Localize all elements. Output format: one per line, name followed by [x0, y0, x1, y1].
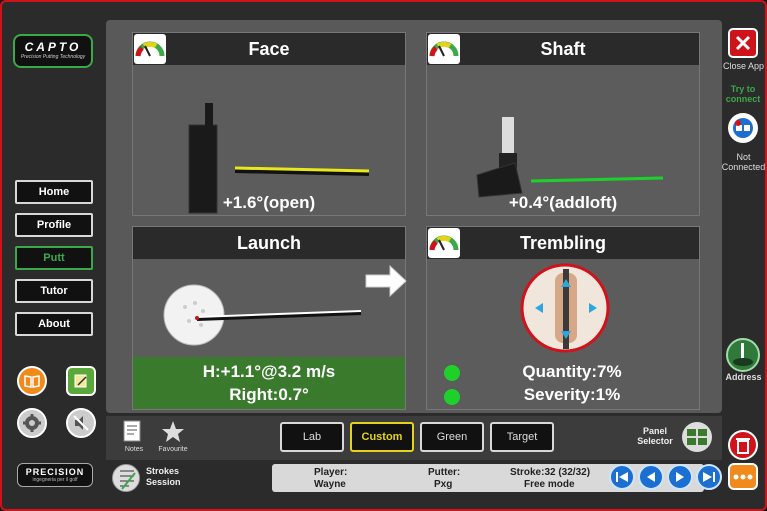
sound-muted-icon[interactable] — [66, 408, 96, 438]
launch-title: Launch — [236, 233, 301, 253]
left-sidebar: CAPTO Precision Putting Technology Home … — [4, 20, 104, 490]
mode-value: Free mode — [524, 479, 575, 490]
connection-status: Not Connected — [721, 152, 766, 172]
previous-stroke-button[interactable] — [638, 464, 664, 490]
address-icon[interactable] — [726, 338, 760, 372]
tab-custom[interactable]: Custom — [350, 422, 414, 452]
nav-tutor-button[interactable]: Tutor — [15, 279, 93, 303]
trash-icon — [736, 438, 750, 454]
tab-green[interactable]: Green — [420, 422, 484, 452]
book-icon[interactable] — [17, 366, 47, 396]
favourite-star-icon[interactable] — [160, 419, 186, 445]
strokes-session-icon[interactable] — [112, 464, 140, 492]
shaft-visual: +0.4°(addloft) — [427, 65, 699, 215]
face-visual: +1.6°(open) — [133, 65, 405, 215]
panel-selector-button[interactable] — [682, 422, 712, 452]
precision-tagline: ingegneria per il golf — [32, 477, 78, 483]
skip-first-icon — [616, 472, 628, 482]
close-app-label: Close App — [722, 61, 765, 71]
face-panel-header: Face — [133, 33, 405, 65]
notepad-icon[interactable] — [66, 366, 96, 396]
player-label: Player: — [314, 467, 348, 478]
face-title: Face — [248, 39, 290, 59]
panel-grid-icon — [687, 429, 707, 445]
right-sidebar: Close App Try to connect Not Connected A… — [718, 20, 765, 490]
more-dots-icon — [733, 474, 753, 479]
main-panel-area: Face +1.6°(open) Shaft +0.4°(addloft) La… — [106, 20, 722, 413]
face-value: +1.6°(open) — [222, 193, 316, 212]
strokes-session-label: Strokes Session — [146, 466, 181, 487]
trembling-panel-header: Trembling — [427, 227, 699, 259]
nav-about-button[interactable]: About — [15, 312, 93, 336]
precision-logo: PRECISION ingegneria per il golf — [17, 463, 93, 487]
bottom-toolbar: Notes Favourite Lab Custom Green Target … — [106, 416, 722, 460]
more-options-button[interactable] — [728, 463, 758, 490]
close-icon — [735, 35, 751, 51]
skip-last-icon — [703, 472, 715, 482]
launch-right-value: Right:0.7° — [229, 385, 309, 404]
nav-profile-button[interactable]: Profile — [15, 213, 93, 237]
launch-panel-header: Launch — [133, 227, 405, 259]
gauge-icon[interactable] — [134, 34, 166, 64]
arrow-right-icon — [365, 264, 407, 298]
putter-value: Pxg — [434, 479, 453, 490]
logo-brand: CAPTO — [24, 40, 82, 54]
app-frame: CAPTO Precision Putting Technology Home … — [0, 0, 767, 511]
player-value: Wayne — [314, 479, 346, 490]
face-panel: Face +1.6°(open) — [132, 32, 406, 216]
panel-selector-label: Panel Selector — [637, 426, 673, 446]
address-label: Address — [725, 372, 762, 382]
precision-name: PRECISION — [25, 467, 85, 477]
last-stroke-button[interactable] — [696, 464, 722, 490]
trembling-quantity: Quantity:7% — [522, 362, 622, 381]
tab-lab[interactable]: Lab — [280, 422, 344, 452]
launch-h-value: H:+1.1°@3.2 m/s — [202, 362, 336, 381]
nav-putt-button[interactable]: Putt — [15, 246, 93, 270]
shaft-title: Shaft — [540, 39, 586, 59]
notes-icon[interactable] — [120, 418, 146, 444]
trembling-title: Trembling — [519, 233, 606, 253]
tab-target[interactable]: Target — [490, 422, 554, 452]
nav-home-button[interactable]: Home — [15, 180, 93, 204]
gauge-icon[interactable] — [428, 34, 460, 64]
disconnected-plug-icon — [733, 118, 753, 138]
trembling-severity: Severity:1% — [523, 385, 621, 404]
first-stroke-button[interactable] — [609, 464, 635, 490]
shaft-panel-header: Shaft — [427, 33, 699, 65]
previous-icon — [647, 472, 655, 482]
favourite-label: Favourite — [158, 446, 188, 453]
notes-label: Notes — [124, 446, 144, 453]
logo-tagline: Precision Putting Technology — [20, 54, 86, 60]
try-connect-label[interactable]: Try to connect — [718, 84, 765, 104]
trembling-visual: Quantity:7% Severity:1% — [427, 259, 699, 409]
shaft-panel: Shaft +0.4°(addloft) — [426, 32, 700, 216]
next-stroke-button[interactable] — [667, 464, 693, 490]
connection-button[interactable] — [728, 113, 758, 143]
stroke-counter: Stroke:32 (32/32) — [510, 467, 591, 478]
shaft-value: +0.4°(addloft) — [508, 193, 618, 212]
putter-label: Putter: — [428, 467, 461, 478]
settings-gear-icon[interactable] — [17, 408, 47, 438]
next-icon — [676, 472, 684, 482]
trembling-panel: Trembling Quantity:7% Severity:1% — [426, 226, 700, 410]
launch-panel: Launch H:+1.1°@3.2 m/s Right:0.7° — [132, 226, 406, 410]
trash-button[interactable] — [728, 430, 758, 460]
capto-logo: CAPTO Precision Putting Technology — [13, 34, 93, 68]
gauge-icon[interactable] — [428, 228, 460, 258]
close-app-button[interactable] — [728, 28, 758, 58]
